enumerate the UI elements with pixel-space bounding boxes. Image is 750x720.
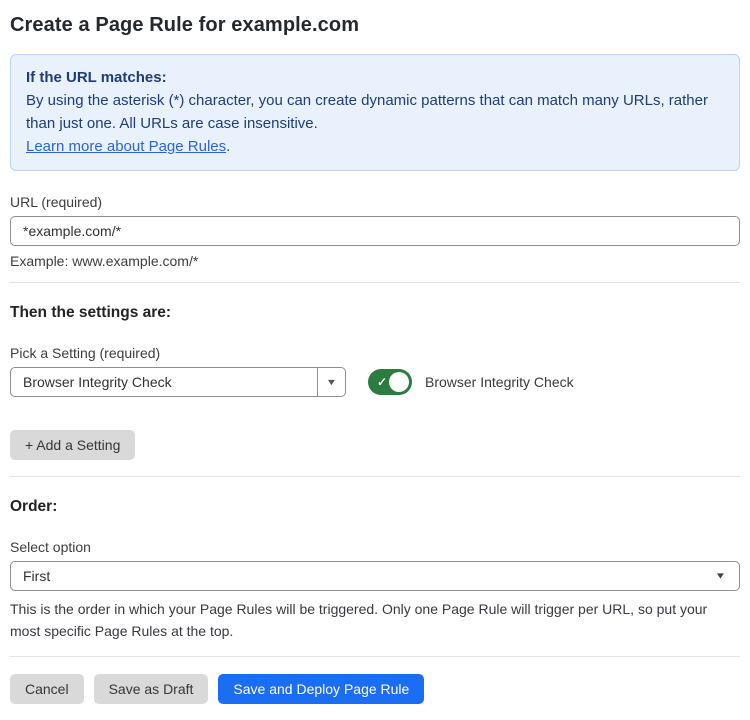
divider xyxy=(10,476,740,477)
save-and-deploy-button[interactable]: Save and Deploy Page Rule xyxy=(218,674,424,704)
add-setting-button[interactable]: + Add a Setting xyxy=(10,430,135,460)
page-title: Create a Page Rule for example.com xyxy=(10,14,740,37)
order-select[interactable]: First ▼ xyxy=(10,561,740,591)
divider xyxy=(10,282,740,283)
info-box-heading: If the URL matches: xyxy=(26,66,724,89)
caret-down-icon: ▼ xyxy=(326,378,338,387)
setting-row: Browser Integrity Check ▼ ✓ Browser Inte… xyxy=(10,367,740,397)
setting-toggle-label: Browser Integrity Check xyxy=(425,374,574,390)
learn-more-link[interactable]: Learn more about Page Rules xyxy=(26,138,226,155)
setting-toggle[interactable]: ✓ xyxy=(368,369,412,395)
order-section-heading: Order: xyxy=(10,498,740,516)
link-suffix: . xyxy=(226,138,230,155)
caret-down-icon: ▼ xyxy=(715,572,727,581)
order-select-value: First xyxy=(11,568,739,584)
setting-select-arrow-button[interactable]: ▼ xyxy=(317,368,345,396)
url-match-info-box: If the URL matches: By using the asteris… xyxy=(10,54,740,171)
settings-section-heading: Then the settings are: xyxy=(10,304,740,322)
url-field-label: URL (required) xyxy=(10,194,740,210)
url-field-helper: Example: www.example.com/* xyxy=(10,253,740,269)
info-box-body: By using the asterisk (*) character, you… xyxy=(26,89,708,135)
footer-actions: Cancel Save as Draft Save and Deploy Pag… xyxy=(10,674,740,704)
divider xyxy=(10,656,740,657)
order-select-label: Select option xyxy=(10,539,740,555)
url-input[interactable] xyxy=(10,216,740,246)
cancel-button[interactable]: Cancel xyxy=(10,674,84,704)
save-as-draft-button[interactable]: Save as Draft xyxy=(94,674,209,704)
toggle-knob xyxy=(389,372,409,392)
page-rule-form: Create a Page Rule for example.com If th… xyxy=(0,0,750,704)
info-box-link-line: Learn more about Page Rules. xyxy=(26,135,724,158)
setting-select-value: Browser Integrity Check xyxy=(11,374,317,390)
check-icon: ✓ xyxy=(377,376,387,388)
setting-picker-label: Pick a Setting (required) xyxy=(10,345,740,361)
order-helper-text: This is the order in which your Page Rul… xyxy=(10,598,740,642)
setting-select[interactable]: Browser Integrity Check ▼ xyxy=(10,367,346,397)
